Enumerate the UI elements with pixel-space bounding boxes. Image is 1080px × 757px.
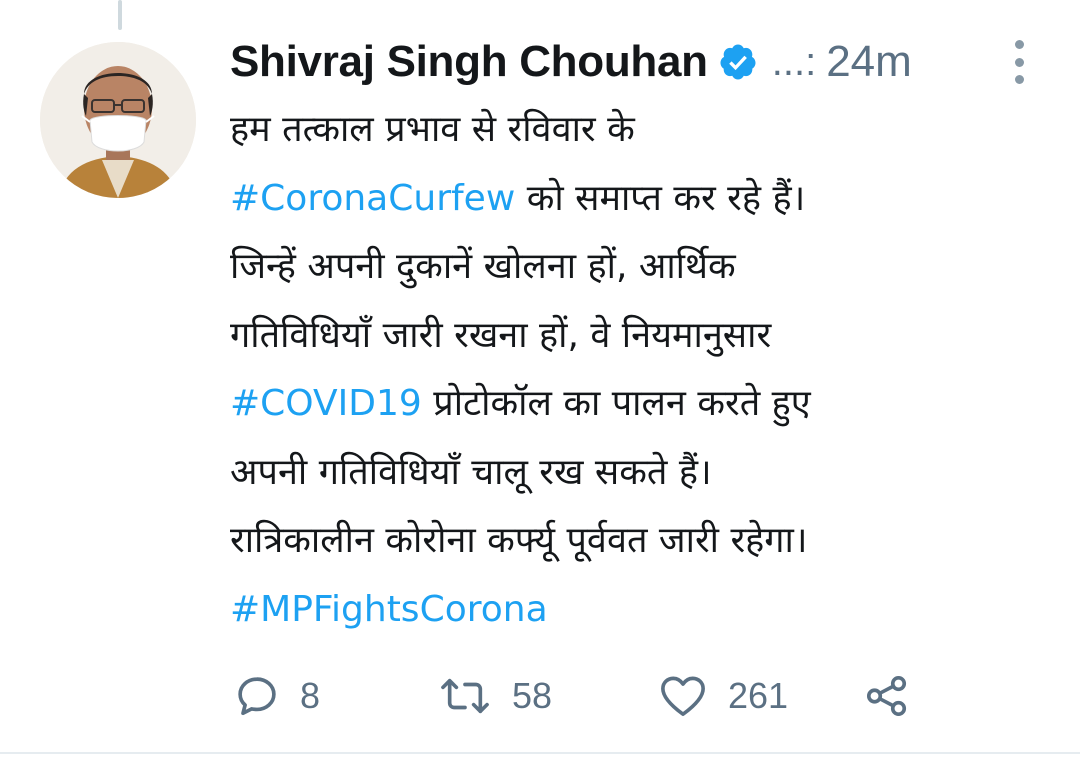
tweet-text-line: गतिविधियाँ जारी रखना हों, वे नियमानुसार	[230, 302, 1050, 371]
heart-icon	[658, 673, 708, 719]
reply-count: 8	[300, 675, 321, 716]
text-segment: को समाप्त कर रहे हैं।	[515, 177, 806, 219]
text-segment: हम तत्काल प्रभाव से रविवार के	[230, 109, 635, 150]
more-options-icon[interactable]	[1010, 40, 1028, 84]
tweet-header: Shivraj Singh Chouhan ...: 24m	[230, 34, 1050, 90]
tweet-text-line: रात्रिकालीन कोरोना कर्फ्यू पूर्ववत जारी …	[230, 507, 1050, 576]
hashtag-link[interactable]: #COVID19	[230, 383, 422, 424]
text-segment: रात्रिकालीन कोरोना कर्फ्यू पूर्ववत जारी …	[230, 520, 808, 561]
tweet-text-line: जिन्हें अपनी दुकानें खोलना हों, आर्थिक	[230, 233, 1050, 302]
like-count: 261	[728, 675, 789, 716]
thread-connector-line	[118, 0, 122, 30]
tweet-text: हम तत्काल प्रभाव से रविवार के #CoronaCur…	[230, 96, 1050, 644]
divider	[0, 752, 1080, 754]
text-segment: जिन्हें अपनी दुकानें खोलना हों, आर्थिक	[230, 246, 736, 287]
share-button[interactable]	[864, 668, 910, 724]
retweet-icon	[438, 673, 492, 719]
retweet-count: 58	[512, 675, 553, 716]
hashtag-link[interactable]: #CoronaCurfew	[230, 178, 515, 219]
tweet-text-line: #MPFightsCorona	[230, 576, 1050, 645]
avatar[interactable]	[40, 42, 196, 198]
text-segment: अपनी गतिविधियाँ चालू रख सकते हैं।	[230, 451, 712, 493]
tweet-action-bar: 8 58 261	[230, 668, 990, 724]
author-handle-truncated[interactable]: ...:	[772, 40, 816, 85]
reply-button[interactable]: 8	[234, 668, 320, 724]
like-button[interactable]: 261	[658, 668, 788, 724]
tweet-text-line: #CoronaCurfew को समाप्त कर रहे हैं।	[230, 165, 1050, 234]
verified-badge-icon	[718, 42, 758, 82]
share-icon	[864, 673, 910, 719]
retweet-button[interactable]: 58	[438, 668, 552, 724]
tweet-text-line: #COVID19 प्रोटोकॉल का पालन करते हुए	[230, 370, 1050, 439]
hashtag-link[interactable]: #MPFightsCorona	[230, 589, 548, 630]
author-display-name[interactable]: Shivraj Singh Chouhan	[230, 37, 708, 87]
reply-icon	[234, 673, 280, 719]
text-segment: प्रोटोकॉल का पालन करते हुए	[421, 383, 811, 424]
tweet-timestamp[interactable]: 24m	[826, 37, 912, 87]
tweet-text-line: हम तत्काल प्रभाव से रविवार के	[230, 96, 1050, 165]
text-segment: गतिविधियाँ जारी रखना हों, वे नियमानुसार	[230, 314, 772, 356]
tweet-text-line: अपनी गतिविधियाँ चालू रख सकते हैं।	[230, 439, 1050, 508]
